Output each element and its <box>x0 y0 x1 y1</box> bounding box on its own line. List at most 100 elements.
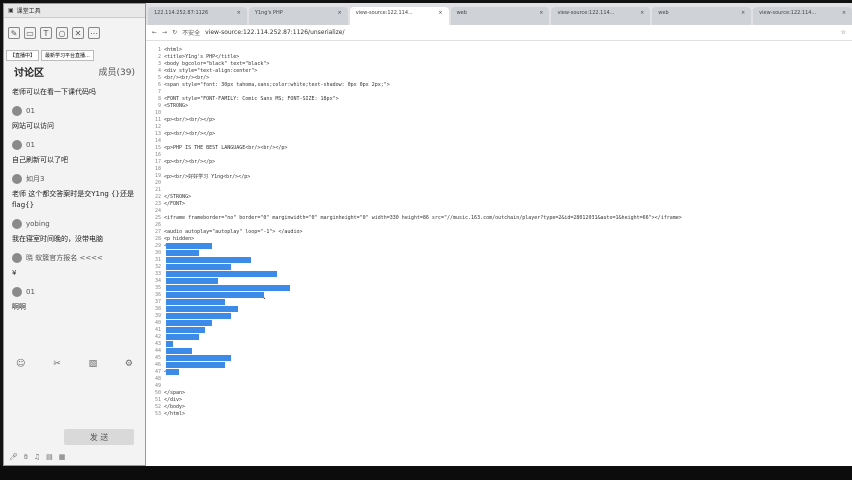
message-text: 自己刷新可以了吧 <box>12 156 68 164</box>
forward-icon[interactable]: → <box>162 29 167 36</box>
text-icon[interactable]: T <box>40 27 52 39</box>
tab-live[interactable]: 【直播中】 <box>6 49 40 61</box>
source-line: 17 <p><br/><br/></p> <box>146 159 215 166</box>
avatar <box>12 174 22 184</box>
line-number: 36 <box>154 292 161 298</box>
tab-course[interactable]: 最新学习平台直播... <box>41 49 94 61</box>
more-icon[interactable]: ⋯ <box>88 27 100 39</box>
close-tab-icon[interactable]: × <box>237 10 241 22</box>
source-line: 20 <box>146 180 164 187</box>
chat-bottom-bar: 🎤︎ ✋︎ ♫ ▤ ▦ <box>4 453 145 465</box>
author-name: 01 <box>26 141 35 149</box>
browser-window: 122.114.252.87:1126 × Y1ng's PHP × view-sour… <box>146 3 852 466</box>
line-number: 12 <box>154 124 161 130</box>
line-number: 23 <box>154 201 161 207</box>
source-line: 43 <box>146 341 164 348</box>
source-line: 33 <box>146 271 164 278</box>
member-count[interactable]: 成员(39) <box>99 65 135 78</box>
close-tab-icon[interactable]: × <box>842 10 846 22</box>
hand-icon[interactable]: ✋︎ <box>24 453 28 465</box>
star-icon[interactable]: ☆ <box>841 29 846 36</box>
source-line: 4 <div style="text-align:center"> <box>146 68 257 75</box>
line-number: 22 <box>154 194 161 200</box>
line-number: 5 <box>157 75 161 81</box>
text-selection <box>166 271 277 277</box>
line-code: <span style="font: 30px tahoma,sans;colo… <box>164 82 390 88</box>
chat-message: 01 网站可以访问 <box>4 100 145 134</box>
source-line: 13 <p><br/><br/></p> <box>146 131 215 138</box>
line-number: 17 <box>154 159 161 165</box>
author-name: 如月3 <box>26 175 45 183</box>
source-line: 28 <p hidden> <box>146 236 194 243</box>
mic-icon[interactable]: 🎤︎ <box>9 453 18 465</box>
line-number: 35 <box>154 285 161 291</box>
text-selection <box>166 250 199 256</box>
source-line: 30 <box>146 250 164 257</box>
reload-icon[interactable]: ↻ <box>172 29 177 36</box>
line-number: 44 <box>154 348 161 354</box>
text-selection <box>166 278 218 284</box>
browser-tab[interactable]: view-source:122.114... × <box>349 7 449 25</box>
source-line: 49 <box>146 383 164 390</box>
message-text: ¥ <box>12 269 17 277</box>
close-tab-icon[interactable]: × <box>741 10 745 22</box>
grid-icon[interactable]: ▦ <box>59 453 66 465</box>
line-number: 30 <box>154 250 161 256</box>
address-bar[interactable]: view-source:122.114.252.87:1126/unserial… <box>205 29 836 36</box>
source-line: 27 <audio autoplay="autoplay" loop="-1"> … <box>146 229 303 236</box>
file-icon[interactable]: ▤ <box>46 453 53 465</box>
browser-tab[interactable]: web × <box>652 7 752 25</box>
close-tab-icon[interactable]: × <box>438 10 442 22</box>
source-line: 25 <iframe frameborder="no" border="0" ma… <box>146 215 682 222</box>
source-view[interactable]: ↖ 1<html>2<title>Y1ng's PHP</title>3<bod… <box>146 41 852 466</box>
author-name: 01 <box>26 288 35 296</box>
browser-tab-label: view-source:122.114... <box>355 10 413 16</box>
line-code: </div> <box>164 397 183 403</box>
emoji-icon[interactable]: ☺ <box>16 359 25 375</box>
browser-tab[interactable]: Y1ng's PHP × <box>248 7 348 25</box>
source-line: 41 <box>146 327 164 334</box>
back-icon[interactable]: ← <box>152 29 157 36</box>
chat-message: 01 啊啊 <box>4 281 145 315</box>
image-icon[interactable]: ▧ <box>89 359 98 375</box>
insecure-label: 不安全 <box>182 30 201 37</box>
source-line: 26 <box>146 222 164 229</box>
shape-icon[interactable]: ○ <box>56 27 68 39</box>
browser-tab[interactable]: 122.114.252.87:1126 × <box>148 7 247 25</box>
line-number: 45 <box>154 355 161 361</box>
browser-tab[interactable]: view-source:122.114... × <box>551 7 651 25</box>
close-tab-icon[interactable]: × <box>338 10 342 22</box>
music-icon[interactable]: ♫ <box>34 453 40 465</box>
line-number: 3 <box>157 61 161 67</box>
close-tab-icon[interactable]: × <box>640 10 644 22</box>
source-line: 19 <p><br/>好好学习 Y1ng<br/></p> <box>146 173 250 180</box>
scissors-icon[interactable]: ✂ <box>53 359 61 375</box>
text-selection <box>166 292 264 298</box>
taskbar-strip <box>0 466 852 480</box>
text-selection <box>166 341 173 347</box>
line-code: <title>Y1ng's PHP</title> <box>164 54 240 60</box>
source-line: 24 <box>146 208 164 215</box>
line-code: <STRONG> <box>164 103 189 109</box>
message-author: 01 <box>12 106 137 116</box>
browser-tab[interactable]: web × <box>450 7 550 25</box>
source-line: 2 <title>Y1ng's PHP</title> <box>146 54 239 61</box>
eraser-icon[interactable]: ▭ <box>24 27 36 39</box>
close-tab-icon[interactable]: × <box>539 10 543 22</box>
settings-icon[interactable]: ⚙ <box>125 359 133 375</box>
clear-icon[interactable]: ✕ <box>72 27 84 39</box>
source-line: 8 <FONT style="FONT-FAMILY: Comic Sans MS… <box>146 96 339 103</box>
chat-message: 如月3 老师 这个都交答案时是交Y1ng {}还是flag{} <box>4 168 145 213</box>
source-line: 23 </FONT> <box>146 201 185 208</box>
line-number: 38 <box>154 306 161 312</box>
send-button[interactable]: 发 送 <box>64 429 134 445</box>
browser-tab[interactable]: view-source:122.114... × <box>753 7 852 25</box>
source-line: 45 <box>146 355 164 362</box>
message-text: 我在寝室时间晚的，没带电脑 <box>12 235 103 243</box>
source-line: 50 </span> <box>146 390 185 397</box>
line-number: 40 <box>154 320 161 326</box>
chat-panel: ▣ 课堂工具 ✎ ▭ T ○ ✕ ⋯ 【直播中】 最新学习平台直播... 讨论区… <box>3 3 146 466</box>
pen-icon[interactable]: ✎ <box>8 27 20 39</box>
text-selection <box>166 313 231 319</box>
browser-tab-label: view-source:122.114... <box>557 10 615 16</box>
